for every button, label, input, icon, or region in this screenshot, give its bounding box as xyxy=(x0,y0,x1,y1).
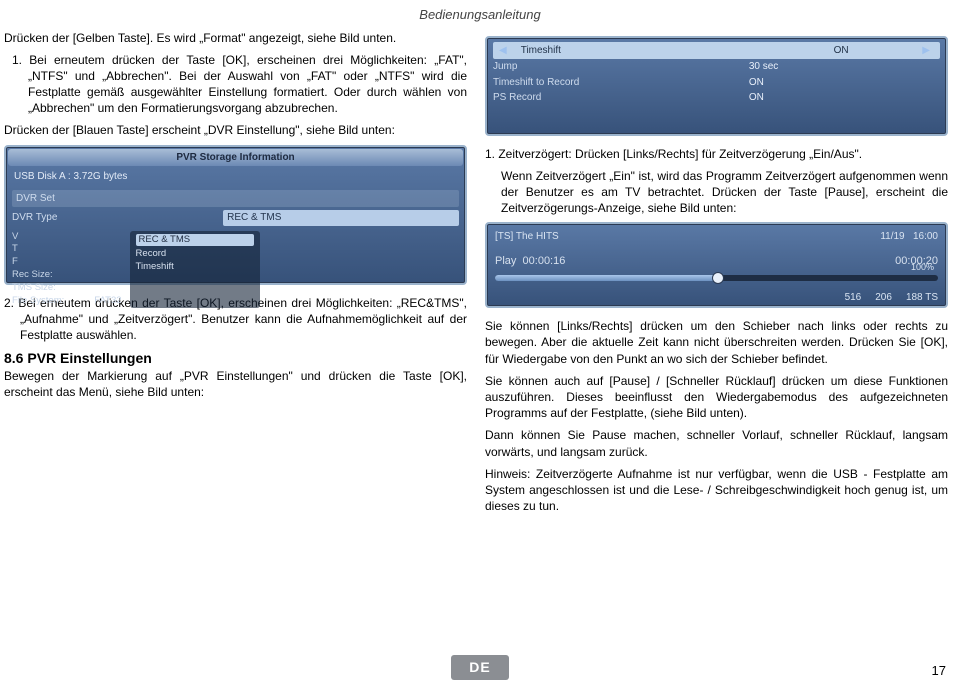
ss1-v4: TMS Size: xyxy=(12,282,122,295)
ss3-progress-knob xyxy=(712,272,724,284)
ss1-left-values: V T F Rec Size: TMS Size: File System: F… xyxy=(12,231,122,308)
ss3-b1: 516 xyxy=(845,291,862,305)
page-footer: DE 17 xyxy=(0,655,960,680)
ss2-r3-value: ON xyxy=(749,76,940,90)
ss1-title: PVR Storage Information xyxy=(8,149,463,167)
left-intro-2: Drücken der [Blauen Taste] erscheint „DV… xyxy=(4,122,467,138)
ss3-pct: 100% xyxy=(911,261,934,273)
ss1-opt1: REC & TMS xyxy=(136,234,254,247)
page-number: 17 xyxy=(932,662,946,680)
ss1-v5: File System: xyxy=(12,295,64,308)
ss2-r2-value: 30 sec xyxy=(749,60,940,74)
ss1-options-popup: REC & TMS Record Timeshift xyxy=(130,231,260,308)
right-list-item-1b: Wenn Zeitverzögert „Ein" ist, wird das P… xyxy=(485,168,948,217)
pvr-settings-screenshot: ◀ Timeshift ON ▶ Jump 30 sec Timeshift to… xyxy=(485,36,948,136)
ss2-r1-value: ON xyxy=(770,44,912,58)
ss2-r1-label: Timeshift xyxy=(521,44,760,58)
ss3-progress-bar: 100% xyxy=(495,275,938,281)
section-8-6-body: Bewegen der Markierung auf „PVR Einstell… xyxy=(4,368,467,400)
ss1-opt2: Record xyxy=(136,248,254,261)
right-p4: Dann können Sie Pause machen, schneller … xyxy=(485,427,948,459)
ss1-disk-line: USB Disk A : 3.72G bytes xyxy=(14,170,459,184)
left-column: Drücken der [Gelben Taste]. Es wird „For… xyxy=(4,30,467,521)
ss2-r4-label: PS Record xyxy=(493,91,739,105)
two-column-layout: Drücken der [Gelben Taste]. Es wird „For… xyxy=(0,24,960,521)
right-p3: Sie können auch auf [Pause] / [Schneller… xyxy=(485,373,948,422)
doc-header: Bedienungsanleitung xyxy=(0,0,960,24)
ss3-title: [TS] The HITS xyxy=(495,230,559,244)
arrow-left-icon: ◀ xyxy=(499,44,507,58)
ss3-b2: 206 xyxy=(875,291,892,305)
timeshift-bar-screenshot: [TS] The HITS 11/19 16:00 Play 00:00:16 … xyxy=(485,222,948,308)
ss3-progress-fill xyxy=(495,275,717,281)
ss1-v1: T xyxy=(12,243,122,256)
ss1-opt3: Timeshift xyxy=(136,261,254,274)
ss1-fs: FAT32 xyxy=(94,295,121,308)
ss1-dvrtype-label: DVR Type xyxy=(12,211,213,225)
ss3-t1: 00:00:16 xyxy=(523,255,566,267)
arrow-right-icon: ▶ xyxy=(922,44,930,58)
ss3-time: 16:00 xyxy=(913,231,938,242)
lang-badge: DE xyxy=(451,655,508,680)
left-list-item-1: 1. Bei erneutem drücken der Taste [OK], … xyxy=(4,52,467,117)
ss1-v3: Rec Size: xyxy=(12,269,122,282)
left-intro-1: Drücken der [Gelben Taste]. Es wird „For… xyxy=(4,30,467,46)
ss2-r4-value: ON xyxy=(749,91,940,105)
ss1-dvrset-label: DVR Set xyxy=(16,192,214,206)
ss1-dvrtype-value: REC & TMS xyxy=(223,210,459,226)
ss3-date: 11/19 xyxy=(880,231,904,242)
ss1-v2: F xyxy=(12,256,122,269)
ss1-v0: V xyxy=(12,231,122,244)
right-list-item-1a: 1. Zeitverzögert: Drücken [Links/Rechts]… xyxy=(485,146,948,162)
right-p5: Hinweis: Zeitverzögerte Aufnahme ist nur… xyxy=(485,466,948,515)
ss2-r3-label: Timeshift to Record xyxy=(493,76,739,90)
section-8-6-heading: 8.6 PVR Einstellungen xyxy=(4,349,467,368)
ss2-r2-label: Jump xyxy=(493,60,739,74)
ss3-b3: 188 TS xyxy=(906,291,938,305)
right-column: ◀ Timeshift ON ▶ Jump 30 sec Timeshift to… xyxy=(485,30,948,521)
ss3-play-label: Play xyxy=(495,255,516,267)
right-p2: Sie können [Links/Rechts] drücken um den… xyxy=(485,318,948,367)
pvr-storage-screenshot: PVR Storage Information USB Disk A : 3.7… xyxy=(4,145,467,285)
